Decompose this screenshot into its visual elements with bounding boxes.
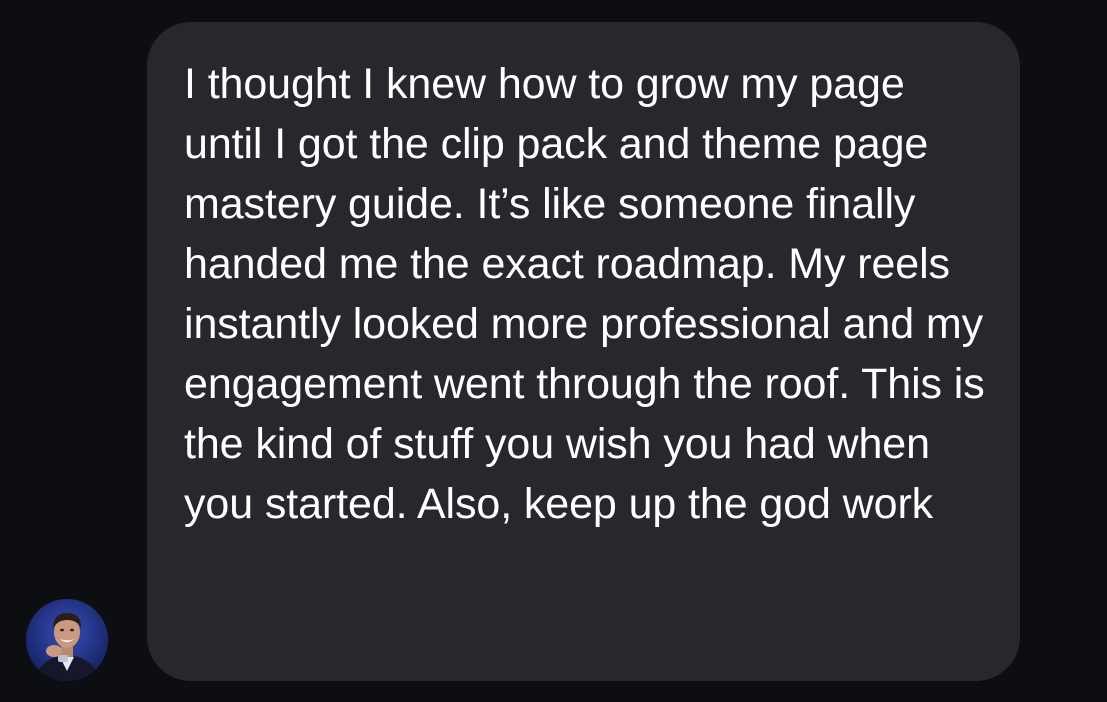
sender-avatar[interactable] — [26, 599, 108, 681]
message-bubble[interactable]: I thought I knew how to grow my page unt… — [147, 22, 1020, 681]
message-text: I thought I knew how to grow my page unt… — [184, 60, 985, 528]
profile-photo-icon — [26, 599, 108, 681]
chat-screen: I thought I knew how to grow my page unt… — [0, 0, 1107, 702]
